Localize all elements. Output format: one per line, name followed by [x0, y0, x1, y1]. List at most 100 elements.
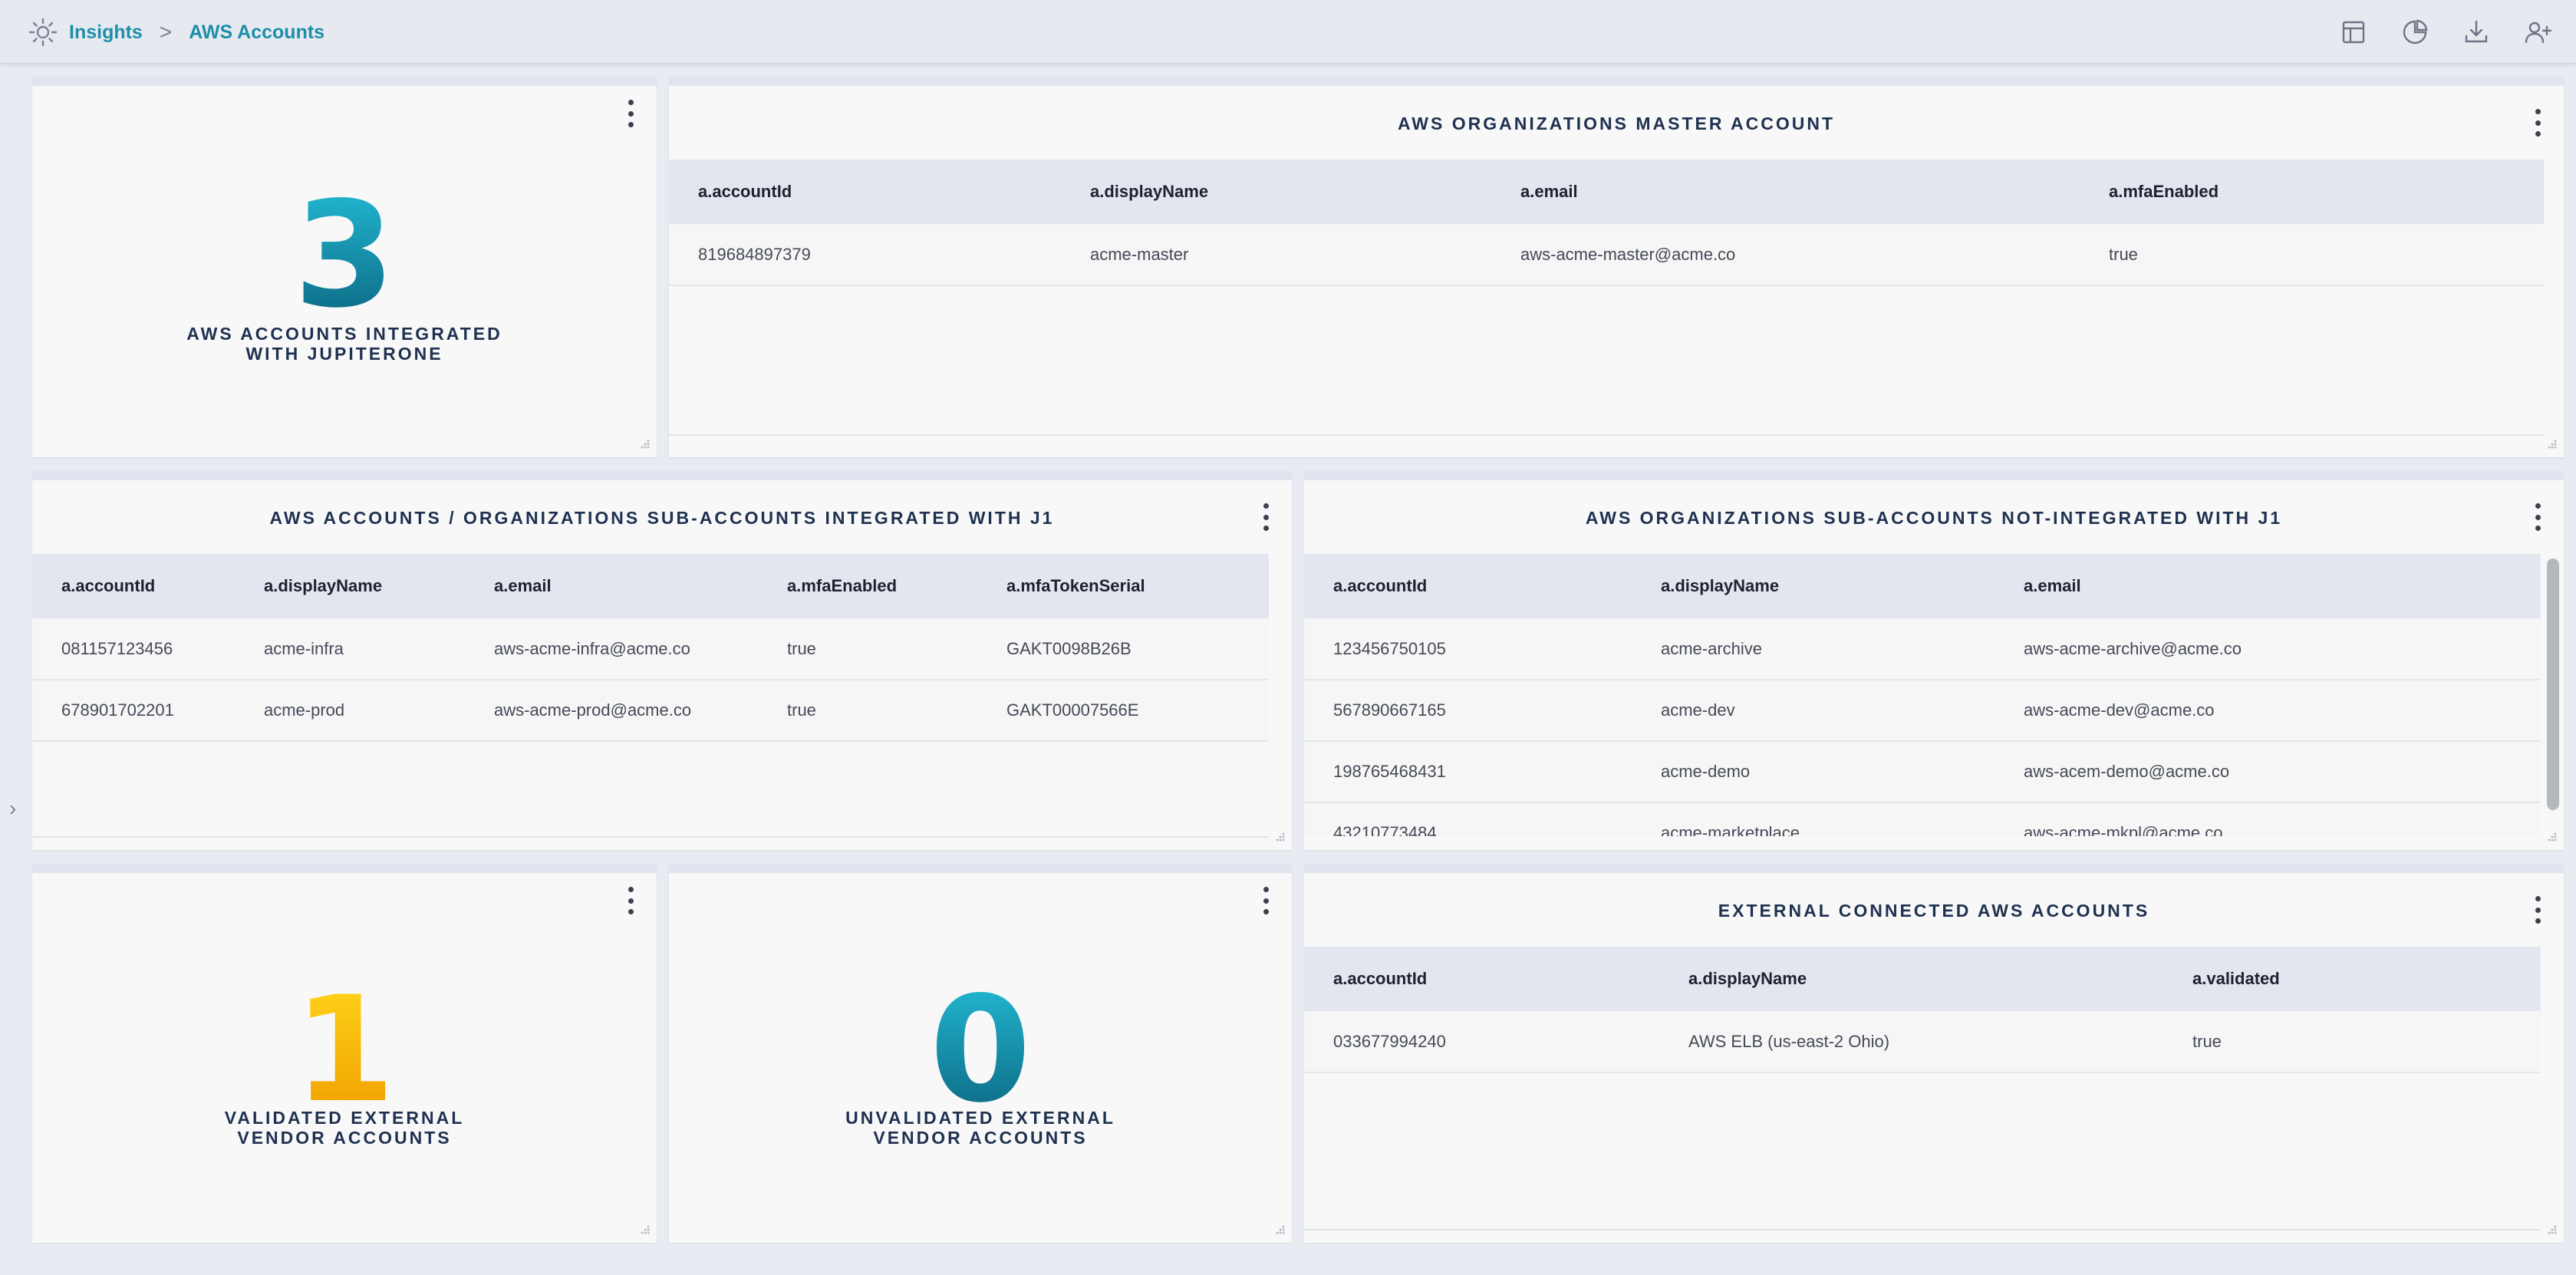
not-integrated-subaccounts-table: a.accountId a.displayName a.email 123456…	[1304, 554, 2541, 836]
table-cell: aws-acme-master@acme.co	[1491, 224, 2080, 286]
master-account-table: a.accountId a.displayName a.email a.mfaE…	[669, 160, 2544, 286]
column-header[interactable]: a.displayName	[235, 554, 465, 618]
widget-title: AWS ACCOUNTS / ORGANIZATIONS SUB-ACCOUNT…	[269, 508, 1055, 528]
widget-menu-icon[interactable]	[626, 100, 635, 127]
table-cell: aws-acme-dev@acme.co	[1995, 680, 2541, 742]
column-header[interactable]: a.displayName	[1632, 554, 1995, 618]
table-cell: acme-archive	[1632, 618, 1995, 680]
integrated-subaccounts-table: a.accountId a.displayName a.email a.mfaE…	[32, 554, 1269, 742]
resize-handle-icon[interactable]	[1273, 1224, 1286, 1237]
table-cell: 43210773484	[1304, 802, 1632, 836]
widget-menu-icon[interactable]	[626, 887, 635, 914]
breadcrumb: Insights > AWS Accounts	[28, 15, 324, 49]
widget-menu-icon[interactable]	[1261, 887, 1270, 914]
aws-accounts-count-label: AWS ACCOUNTS INTEGRATED WITH JUPITERONE	[186, 324, 502, 364]
external-accounts-widget: EXTERNAL CONNECTED AWS ACCOUNTS a.accoun…	[1304, 864, 2564, 1243]
master-account-widget: AWS ORGANIZATIONS MASTER ACCOUNT a.accou…	[669, 77, 2564, 457]
table-row[interactable]: 678901702201 acme-prod aws-acme-prod@acm…	[32, 680, 1269, 742]
layout-icon	[2342, 21, 2365, 44]
column-header[interactable]: a.email	[465, 554, 758, 618]
table-cell: 081157123456	[32, 618, 235, 680]
add-user-button[interactable]	[2521, 15, 2555, 49]
column-header[interactable]: a.mfaTokenSerial	[977, 554, 1269, 618]
widget-menu-icon[interactable]	[2533, 503, 2542, 531]
column-header[interactable]: a.email	[1491, 160, 2080, 224]
table-cell: 198765468431	[1304, 741, 1632, 803]
table-cell: 033677994240	[1304, 1011, 1659, 1073]
table-footer-divider	[669, 434, 2544, 436]
table-cell: true	[758, 618, 977, 680]
insights-icon	[28, 18, 58, 47]
table-cell: acme-demo	[1632, 741, 1995, 803]
table-cell: aws-acme-infra@acme.co	[465, 618, 758, 680]
breadcrumb-separator: >	[159, 20, 173, 44]
validated-vendors-label: VALIDATED EXTERNAL VENDOR ACCOUNTS	[224, 1108, 465, 1148]
download-icon	[2465, 20, 2488, 43]
resize-handle-icon[interactable]	[638, 1224, 651, 1237]
table-cell: aws-acme-archive@acme.co	[1995, 618, 2541, 680]
table-footer-divider	[1304, 1229, 2541, 1231]
widget-title: AWS ORGANIZATIONS SUB-ACCOUNTS NOT-INTEG…	[1585, 508, 2283, 528]
column-header[interactable]: a.validated	[2163, 947, 2541, 1011]
sidebar-expand-icon[interactable]: ›	[9, 796, 16, 821]
table-cell: AWS ELB (us-east-2 Ohio)	[1659, 1011, 2163, 1073]
layout-button[interactable]	[2337, 15, 2370, 49]
table-cell: acme-prod	[235, 680, 465, 742]
validated-vendors-value: 1	[32, 977, 657, 1123]
table-row[interactable]: 43210773484 acme-marketplace aws-acme-mk…	[1304, 802, 2541, 836]
resize-handle-icon[interactable]	[2545, 1224, 2558, 1237]
aws-accounts-count-value: 3	[32, 183, 657, 328]
unvalidated-vendors-widget: 0 UNVALIDATED EXTERNAL VENDOR ACCOUNTS	[669, 864, 1292, 1243]
table-cell: true	[2080, 224, 2544, 286]
table-row[interactable]: 567890667165 acme-dev aws-acme-dev@acme.…	[1304, 680, 2541, 742]
table-cell: 678901702201	[32, 680, 235, 742]
table-cell: true	[2163, 1011, 2541, 1073]
column-header[interactable]: a.accountId	[32, 554, 235, 618]
table-cell: acme-infra	[235, 618, 465, 680]
unvalidated-vendors-value: 0	[669, 977, 1292, 1123]
unvalidated-vendors-label: UNVALIDATED EXTERNAL VENDOR ACCOUNTS	[845, 1108, 1115, 1148]
widget-title: AWS ORGANIZATIONS MASTER ACCOUNT	[1397, 114, 1836, 133]
table-cell: 819684897379	[669, 224, 1061, 286]
table-scrollbar[interactable]	[2547, 558, 2559, 810]
resize-handle-icon[interactable]	[638, 439, 651, 451]
table-row[interactable]: 198765468431 acme-demo aws-acem-demo@acm…	[1304, 741, 2541, 803]
breadcrumb-insights[interactable]: Insights	[69, 21, 143, 44]
column-header[interactable]: a.accountId	[1304, 947, 1659, 1011]
column-header[interactable]: a.displayName	[1659, 947, 2163, 1011]
column-header[interactable]: a.displayName	[1061, 160, 1491, 224]
add-user-icon	[2525, 21, 2552, 44]
widget-menu-icon[interactable]	[2533, 896, 2542, 924]
table-cell: acme-master	[1061, 224, 1491, 286]
resize-handle-icon[interactable]	[2545, 832, 2558, 844]
column-header[interactable]: a.accountId	[669, 160, 1061, 224]
column-header[interactable]: a.mfaEnabled	[758, 554, 977, 618]
widget-menu-icon[interactable]	[1261, 503, 1270, 531]
pie-chart-icon	[2403, 19, 2428, 44]
top-bar: Insights > AWS Accounts	[0, 0, 2576, 64]
column-header[interactable]: a.email	[1995, 554, 2541, 618]
table-scroll-area[interactable]: a.accountId a.displayName a.email 123456…	[1304, 554, 2541, 836]
table-footer-divider	[32, 836, 1269, 838]
resize-handle-icon[interactable]	[2545, 439, 2558, 451]
widget-menu-icon[interactable]	[2533, 109, 2542, 137]
chart-button[interactable]	[2398, 15, 2432, 49]
table-row[interactable]: 819684897379 acme-master aws-acme-master…	[669, 224, 2544, 286]
table-cell: 567890667165	[1304, 680, 1632, 742]
validated-vendors-widget: 1 VALIDATED EXTERNAL VENDOR ACCOUNTS	[32, 864, 657, 1243]
table-row[interactable]: 033677994240 AWS ELB (us-east-2 Ohio) tr…	[1304, 1011, 2541, 1073]
external-accounts-table: a.accountId a.displayName a.validated 03…	[1304, 947, 2541, 1073]
widget-title: EXTERNAL CONNECTED AWS ACCOUNTS	[1718, 901, 2150, 921]
table-row[interactable]: 123456750105 acme-archive aws-acme-archi…	[1304, 618, 2541, 680]
table-cell: 123456750105	[1304, 618, 1632, 680]
table-cell: aws-acme-prod@acme.co	[465, 680, 758, 742]
resize-handle-icon[interactable]	[1273, 832, 1286, 844]
table-cell: acme-marketplace	[1632, 802, 1995, 836]
table-cell: acme-dev	[1632, 680, 1995, 742]
column-header[interactable]: a.mfaEnabled	[2080, 160, 2544, 224]
table-cell: GAKT00007566E	[977, 680, 1269, 742]
table-row[interactable]: 081157123456 acme-infra aws-acme-infra@a…	[32, 618, 1269, 680]
column-header[interactable]: a.accountId	[1304, 554, 1632, 618]
breadcrumb-aws-accounts[interactable]: AWS Accounts	[189, 21, 324, 44]
download-button[interactable]	[2459, 15, 2493, 49]
